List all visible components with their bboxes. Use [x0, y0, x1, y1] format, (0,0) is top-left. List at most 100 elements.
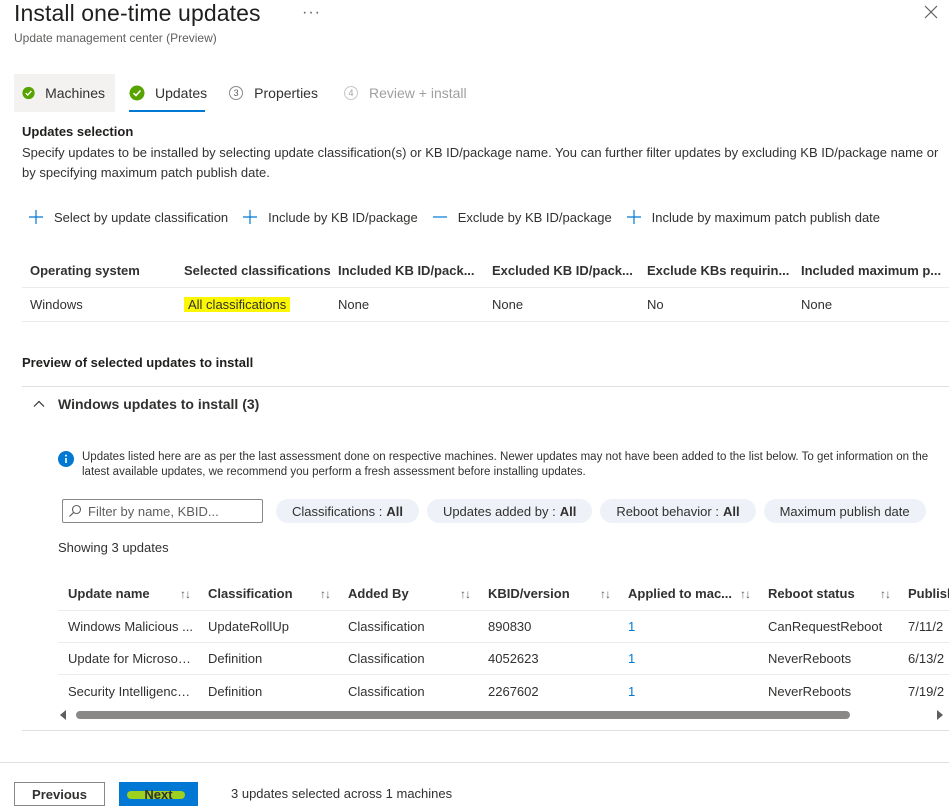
filter-pill-added-by[interactable]: Updates added by : All	[426, 499, 593, 523]
table-row[interactable]: Windows All classifications None None No…	[22, 288, 949, 322]
column-header-kbid[interactable]: KBID/version ↑↓	[478, 586, 618, 601]
column-label: Added By	[348, 586, 409, 601]
table-cell: Classification	[348, 683, 425, 699]
table-cell: 7/19/2	[908, 683, 945, 699]
filter-label: Maximum publish date	[779, 503, 910, 519]
close-icon[interactable]	[921, 2, 941, 22]
table-cell: None	[492, 297, 524, 312]
tab-machines-label: Machines	[45, 85, 105, 101]
table-row[interactable]: Windows Malicious ... UpdateRollUp Class…	[58, 611, 949, 643]
search-placeholder: Filter by name, KBID...	[88, 503, 219, 519]
applied-to-link[interactable]: 1	[618, 684, 758, 699]
column-header-added-by[interactable]: Added By ↑↓	[338, 586, 478, 601]
applied-to-link[interactable]: 1	[618, 619, 758, 634]
column-header: Exclude KBs requirin...	[647, 263, 790, 278]
filter-label: Reboot behavior :	[616, 503, 719, 519]
tab-properties[interactable]: 3 Properties	[217, 74, 328, 112]
table-cell: Security Intelligence ...	[68, 683, 198, 699]
updates-selection-description: Specify updates to be installed by selec…	[22, 145, 939, 180]
preview-heading: Preview of selected updates to install	[22, 355, 254, 370]
search-input[interactable]: Filter by name, KBID...	[62, 499, 263, 523]
tab-properties-label: Properties	[254, 85, 318, 101]
sort-icon[interactable]: ↑↓	[320, 587, 331, 601]
column-header: Operating system	[30, 263, 140, 278]
next-button[interactable]: Next	[119, 782, 198, 806]
exclude-by-kb-button[interactable]: Exclude by KB ID/package	[432, 209, 612, 225]
horizontal-scrollbar[interactable]	[58, 708, 949, 722]
table-cell: NeverReboots	[768, 651, 852, 666]
sort-icon[interactable]: ↑↓	[180, 587, 191, 601]
table-cell: 2267602	[488, 683, 539, 699]
column-header: Selected classifications	[184, 263, 330, 278]
table-cell: No	[647, 297, 664, 312]
scrollbar-thumb[interactable]	[76, 711, 850, 719]
search-icon	[69, 504, 82, 517]
filter-label: Classifications :	[292, 503, 383, 519]
page-title: Install one-time updates	[14, 0, 261, 26]
column-header-reboot-status[interactable]: Reboot status ↑↓	[758, 586, 898, 601]
table-cell: NeverReboots	[768, 683, 852, 699]
table-cell: 7/11/2	[908, 619, 944, 634]
step-number-icon: 4	[343, 86, 358, 100]
column-header-classification[interactable]: Classification ↑↓	[198, 586, 338, 601]
info-text: Updates listed here are as per the last …	[82, 451, 929, 478]
column-header: Included KB ID/pack...	[338, 263, 475, 278]
windows-updates-accordion[interactable]: Windows updates to install (3)	[32, 396, 259, 412]
selection-actions-toolbar: Select by update classification Include …	[28, 206, 894, 228]
wizard-steps: Machines Updates 3 Properties 4 Review +…	[14, 74, 477, 112]
tab-updates-label: Updates	[155, 85, 208, 101]
applied-to-link[interactable]: 1	[618, 651, 758, 666]
table-cell: Definition	[208, 651, 263, 666]
action-label: Exclude by KB ID/package	[457, 209, 612, 225]
info-icon	[58, 451, 74, 467]
page-subtitle: Update management center (Preview)	[14, 31, 217, 45]
divider	[22, 386, 949, 387]
action-label: Select by update classification	[54, 209, 229, 225]
filter-value: All	[559, 503, 577, 519]
column-label: KBID/version	[488, 586, 570, 601]
include-by-max-date-button[interactable]: Include by maximum patch publish date	[626, 209, 880, 225]
table-cell: Definition	[208, 683, 263, 699]
table-cell: None	[338, 297, 370, 312]
scroll-left-icon[interactable]	[60, 710, 66, 720]
more-options-button[interactable]: ···	[302, 4, 321, 22]
column-header-update-name[interactable]: Update name ↑↓	[58, 586, 198, 601]
table-row[interactable]: Security Intelligence ... Definition Cla…	[58, 675, 949, 707]
table-cell: 890830	[488, 619, 532, 634]
sort-icon[interactable]: ↑↓	[460, 587, 471, 601]
filter-pill-max-publish-date[interactable]: Maximum publish date	[763, 499, 926, 523]
table-header-row: Operating system Selected classification…	[22, 254, 949, 288]
scroll-right-icon[interactable]	[937, 710, 943, 720]
previous-button[interactable]: Previous	[14, 782, 105, 806]
info-message: Updates listed here are as per the last …	[58, 450, 938, 480]
table-cell: Windows Malicious ...	[68, 619, 193, 634]
table-cell: Classification	[348, 619, 425, 634]
table-cell: UpdateRollUp	[208, 619, 289, 634]
plus-icon	[29, 210, 43, 224]
table-cell: None	[801, 297, 833, 312]
sort-icon[interactable]: ↑↓	[740, 587, 751, 601]
action-label: Include by KB ID/package	[268, 209, 418, 225]
check-circle-icon	[22, 86, 35, 100]
divider	[22, 730, 949, 731]
minus-icon	[432, 216, 447, 218]
selection-table: Operating system Selected classification…	[22, 254, 949, 322]
table-header-row: Update name ↑↓ Classification ↑↓ Added By ↑…	[58, 577, 949, 611]
selected-classifications-link[interactable]: All classifications	[184, 297, 291, 312]
column-header-applied-to[interactable]: Applied to mac... ↑↓	[618, 586, 758, 601]
selection-status: 3 updates selected across 1 machines	[231, 786, 453, 801]
column-header-publish[interactable]: Publish	[898, 586, 949, 601]
table-row[interactable]: Update for Microsoft... Definition Class…	[58, 643, 949, 675]
column-header: Included maximum p...	[801, 263, 942, 278]
tab-updates[interactable]: Updates	[115, 74, 217, 112]
table-cell: 4052623	[488, 651, 539, 666]
tab-machines[interactable]: Machines	[14, 74, 115, 112]
select-by-classification-button[interactable]: Select by update classification	[28, 209, 228, 225]
table-cell: Update for Microsoft...	[68, 651, 196, 666]
sort-icon[interactable]: ↑↓	[880, 587, 891, 601]
filter-pill-classifications[interactable]: Classifications : All	[276, 499, 419, 523]
table-cell: Classification	[348, 651, 425, 666]
include-by-kb-button[interactable]: Include by KB ID/package	[242, 209, 418, 225]
filter-pill-reboot-behavior[interactable]: Reboot behavior : All	[600, 499, 756, 523]
sort-icon[interactable]: ↑↓	[600, 587, 611, 601]
